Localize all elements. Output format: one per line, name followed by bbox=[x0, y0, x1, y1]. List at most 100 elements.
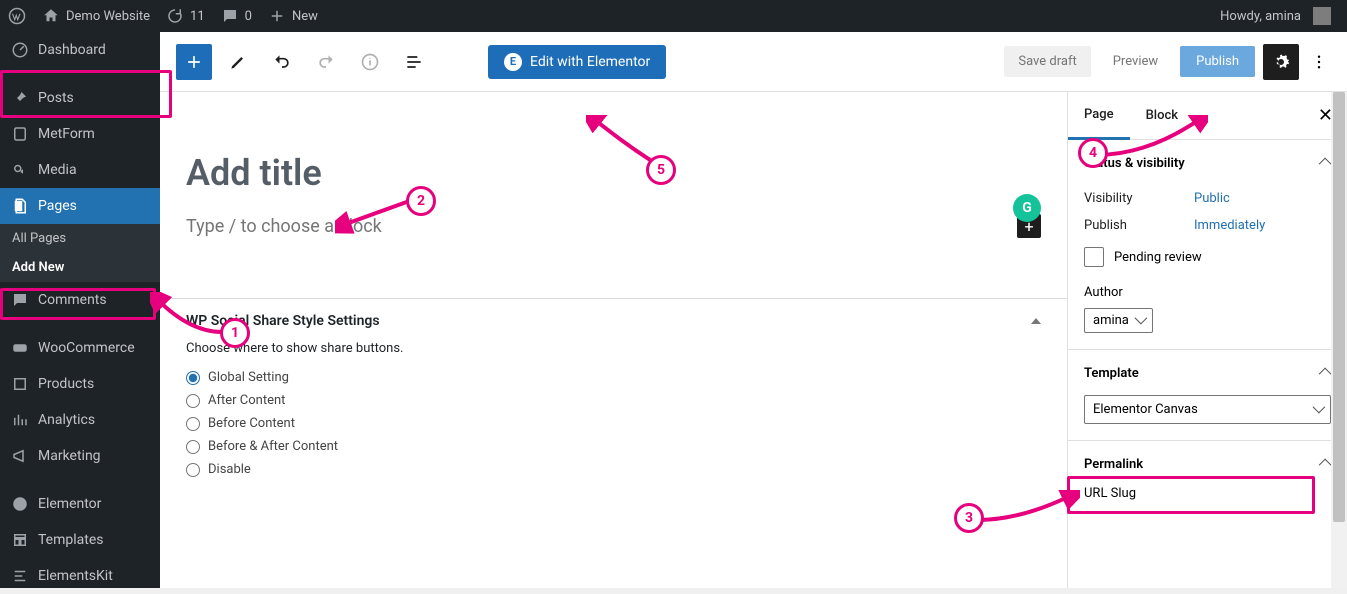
radio-global-setting[interactable]: Global Setting bbox=[186, 366, 1041, 389]
chevron-down-icon bbox=[1313, 402, 1322, 417]
template-select[interactable]: Elementor Canvas bbox=[1084, 395, 1331, 424]
comments-link[interactable]: 0 bbox=[213, 0, 260, 32]
radio-before-after-content[interactable]: Before & After Content bbox=[186, 435, 1041, 458]
menu-label: Elementor bbox=[38, 496, 101, 512]
more-options[interactable] bbox=[1307, 44, 1331, 80]
edit-mode[interactable] bbox=[220, 44, 256, 80]
menu-label: MetForm bbox=[38, 126, 95, 142]
wp-social-metabox: WP Social Share Style Settings Choose wh… bbox=[160, 298, 1067, 495]
menu-comments[interactable]: Comments bbox=[0, 282, 160, 318]
elementor-logo-icon: E bbox=[504, 53, 522, 71]
save-draft-button[interactable]: Save draft bbox=[1004, 46, 1090, 77]
menu-analytics[interactable]: Analytics bbox=[0, 402, 160, 438]
add-block-toggle[interactable] bbox=[176, 44, 212, 80]
menu-woocommerce[interactable]: WooCommerce bbox=[0, 330, 160, 366]
menu-posts[interactable]: Posts bbox=[0, 80, 160, 116]
edit-with-elementor-button[interactable]: E Edit with Elementor bbox=[488, 45, 666, 79]
settings-panel: Page Block ✕ Status & visibility Visibil… bbox=[1067, 92, 1347, 588]
comment-icon bbox=[10, 290, 30, 310]
menu-dashboard[interactable]: Dashboard bbox=[0, 32, 160, 68]
chevron-up-icon[interactable] bbox=[1322, 366, 1331, 381]
editor: E Edit with Elementor Save draft Preview… bbox=[160, 32, 1347, 588]
menu-label: Marketing bbox=[38, 448, 101, 464]
author-label: Author bbox=[1084, 285, 1331, 300]
panel-heading: Template bbox=[1084, 366, 1139, 381]
publish-label: Publish bbox=[1084, 218, 1194, 233]
menu-label: Products bbox=[38, 376, 94, 392]
settings-tabs: Page Block ✕ bbox=[1068, 92, 1347, 140]
settings-toggle[interactable] bbox=[1263, 44, 1299, 80]
woo-icon bbox=[10, 338, 30, 358]
preview-button[interactable]: Preview bbox=[1099, 46, 1172, 77]
megaphone-icon bbox=[10, 446, 30, 466]
publish-button[interactable]: Publish bbox=[1180, 46, 1255, 77]
panel-heading: Permalink bbox=[1084, 457, 1143, 472]
info-button[interactable] bbox=[352, 44, 388, 80]
new-link[interactable]: New bbox=[260, 0, 326, 32]
submenu-all-pages[interactable]: All Pages bbox=[0, 224, 160, 253]
avatar bbox=[1313, 7, 1331, 25]
block-selector-input[interactable] bbox=[186, 216, 1007, 237]
menu-elementskit[interactable]: ElementsKit bbox=[0, 558, 160, 594]
menu-products[interactable]: Products bbox=[0, 366, 160, 402]
chevron-up-icon[interactable] bbox=[1322, 156, 1331, 171]
metabox-title: WP Social Share Style Settings bbox=[186, 313, 380, 329]
chevron-up-icon[interactable] bbox=[1322, 457, 1331, 472]
updates[interactable]: 11 bbox=[158, 0, 213, 32]
radio-disable[interactable]: Disable bbox=[186, 458, 1041, 481]
menu-label: WooCommerce bbox=[38, 340, 135, 356]
outline-button[interactable] bbox=[396, 44, 432, 80]
page-icon bbox=[10, 196, 30, 216]
visibility-value[interactable]: Public bbox=[1194, 191, 1230, 206]
editor-toolbar: E Edit with Elementor Save draft Preview… bbox=[160, 32, 1347, 92]
editor-canvas: G + WP Social Share Style Settings Choos… bbox=[160, 92, 1067, 588]
author-value: amina bbox=[1093, 313, 1129, 328]
collapse-icon[interactable] bbox=[1031, 318, 1041, 324]
menu-label: Pages bbox=[38, 198, 77, 214]
menu-label: Comments bbox=[38, 292, 107, 308]
tab-block[interactable]: Block bbox=[1130, 92, 1194, 140]
admin-menu: Dashboard Posts MetForm Media Pages All … bbox=[0, 32, 160, 588]
chevron-down-icon bbox=[1135, 313, 1144, 328]
menu-label: Dashboard bbox=[38, 42, 106, 58]
tab-page[interactable]: Page bbox=[1068, 92, 1130, 140]
elementskit-icon bbox=[10, 566, 30, 586]
pending-label: Pending review bbox=[1114, 250, 1202, 265]
menu-templates[interactable]: Templates bbox=[0, 522, 160, 558]
howdy[interactable]: Howdy, amina bbox=[1212, 0, 1339, 32]
dashboard-icon bbox=[10, 40, 30, 60]
menu-label: Media bbox=[38, 162, 77, 178]
redo-button[interactable] bbox=[308, 44, 344, 80]
new-label: New bbox=[292, 9, 318, 24]
admin-bar: Demo Website 11 0 New Howdy, amina bbox=[0, 0, 1347, 32]
grammarly-icon[interactable]: G bbox=[1013, 194, 1041, 222]
page-title-input[interactable] bbox=[186, 152, 1041, 194]
menu-elementor[interactable]: Elementor bbox=[0, 486, 160, 522]
menu-metform[interactable]: MetForm bbox=[0, 116, 160, 152]
menu-pages[interactable]: Pages bbox=[0, 188, 160, 224]
menu-label: Posts bbox=[38, 90, 74, 106]
products-icon bbox=[10, 374, 30, 394]
wp-logo[interactable] bbox=[0, 0, 34, 32]
url-slug-label: URL Slug bbox=[1084, 486, 1331, 501]
panel-status: Status & visibility VisibilityPublic Pub… bbox=[1068, 140, 1347, 350]
elementor-button-label: Edit with Elementor bbox=[530, 54, 650, 70]
site-link[interactable]: Demo Website bbox=[34, 0, 158, 32]
publish-value[interactable]: Immediately bbox=[1194, 218, 1265, 233]
media-icon bbox=[10, 160, 30, 180]
menu-label: Templates bbox=[38, 532, 104, 548]
menu-marketing[interactable]: Marketing bbox=[0, 438, 160, 474]
radio-after-content[interactable]: After Content bbox=[186, 389, 1041, 412]
radio-before-content[interactable]: Before Content bbox=[186, 412, 1041, 435]
checkbox-icon bbox=[1084, 247, 1104, 267]
pending-review-checkbox[interactable]: Pending review bbox=[1084, 239, 1331, 281]
menu-media[interactable]: Media bbox=[0, 152, 160, 188]
submenu-add-new[interactable]: Add New bbox=[0, 253, 160, 282]
undo-button[interactable] bbox=[264, 44, 300, 80]
scrollbar-thumb[interactable] bbox=[1333, 92, 1345, 522]
panel-heading: Status & visibility bbox=[1084, 156, 1185, 171]
menu-label: Analytics bbox=[38, 412, 95, 428]
author-select[interactable]: amina bbox=[1084, 308, 1153, 333]
submenu-pages: All Pages Add New bbox=[0, 224, 160, 282]
metabox-desc: Choose where to show share buttons. bbox=[186, 341, 1041, 356]
